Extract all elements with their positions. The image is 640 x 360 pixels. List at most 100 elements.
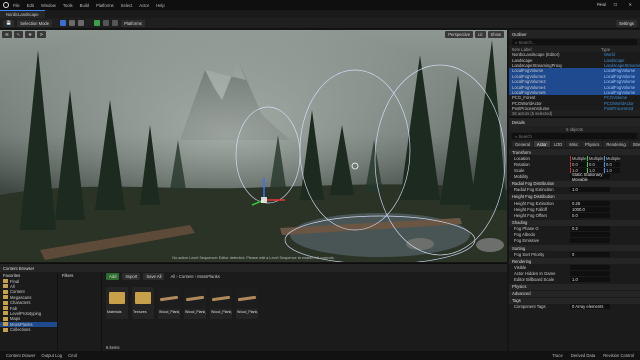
- details-search-input[interactable]: ⌕ Search: [512, 133, 637, 139]
- add-button[interactable]: Add: [106, 273, 120, 280]
- outliner-row[interactable]: Landscape Landscape: [509, 57, 640, 63]
- vector-component-input[interactable]: 0.0: [587, 161, 603, 167]
- details-section-header[interactable]: Physics: [509, 283, 640, 290]
- settings-button[interactable]: Settings: [615, 19, 637, 27]
- menu-file[interactable]: File: [13, 3, 20, 8]
- details-tab[interactable]: General: [512, 141, 533, 147]
- revision-control-button[interactable]: Revision Control: [603, 353, 634, 358]
- asset-tile[interactable]: Wood_Plank_3: [210, 287, 232, 319]
- property-value[interactable]: [570, 271, 610, 277]
- vector-component-input[interactable]: Multiple: [587, 155, 603, 161]
- asset-label: Materials: [107, 310, 122, 314]
- platforms-label: Platforms: [124, 20, 142, 26]
- cinematics-icon[interactable]: [78, 20, 85, 26]
- rotate-tool-button[interactable]: ⟳: [36, 31, 47, 38]
- menu-tools[interactable]: Tools: [63, 3, 73, 8]
- details-tab[interactable]: Streaming: [629, 141, 640, 147]
- level-tab[interactable]: NordicLandscape: [0, 10, 45, 18]
- save-button[interactable]: 💾: [3, 19, 15, 27]
- outliner-row[interactable]: LocalFogVolume2 LocalFogVolume: [509, 73, 640, 79]
- output-log-button[interactable]: Output Log: [41, 353, 62, 358]
- unreal-logo-icon[interactable]: [3, 2, 9, 8]
- property-value[interactable]: [570, 238, 610, 244]
- outliner-row[interactable]: LandscapeStreamingProxy LandscapeStreamin…: [509, 63, 640, 68]
- import-button[interactable]: Import: [122, 273, 141, 280]
- play-icon[interactable]: [94, 20, 101, 26]
- property-value[interactable]: 0.25: [570, 200, 610, 206]
- breadcrumb-mossplanks[interactable]: MossPlanks: [197, 274, 220, 279]
- property-value[interactable]: 1000.0: [570, 206, 610, 212]
- col-type[interactable]: Type: [601, 47, 637, 52]
- outliner-search-placeholder: Search...: [518, 39, 536, 45]
- asset-tile[interactable]: Wood_Plank_2: [184, 287, 206, 319]
- outliner-row[interactable]: PCG_Forest PCGVolume: [509, 95, 640, 100]
- property-value[interactable]: 1.0: [570, 277, 610, 283]
- breadcrumb-content[interactable]: Content: [179, 274, 194, 279]
- viewport-menu-button[interactable]: ☰: [2, 31, 12, 38]
- property-value[interactable]: 1.0: [570, 187, 610, 193]
- content-drawer-button[interactable]: Content Drawer: [6, 353, 35, 358]
- quick-add-icon[interactable]: [60, 20, 67, 26]
- outliner-row[interactable]: LocalFogVolume4 LocalFogVolume: [509, 84, 640, 90]
- col-item-label[interactable]: Item Label: [512, 47, 601, 52]
- show-button[interactable]: Show: [487, 31, 504, 38]
- property-value[interactable]: Static Stationary Movable: [570, 172, 610, 182]
- property-value[interactable]: 0.2: [570, 226, 610, 232]
- move-tool-button[interactable]: ✥: [25, 31, 35, 38]
- derived-data-button[interactable]: Derived Data: [571, 353, 595, 358]
- details-tab[interactable]: Rendering: [603, 141, 629, 147]
- breadcrumb-all[interactable]: All: [170, 274, 175, 279]
- tree-item[interactable]: Collections: [0, 327, 57, 332]
- asset-tile[interactable]: Wood_Plank_4: [236, 287, 258, 319]
- filters-header[interactable]: Filters: [59, 273, 101, 278]
- perspective-button[interactable]: Perspective: [445, 31, 474, 38]
- asset-tile[interactable]: Wood_Plank_1: [158, 287, 180, 319]
- asset-tile[interactable]: Materials: [106, 287, 128, 319]
- property-value[interactable]: 0: [570, 251, 610, 257]
- menu-select[interactable]: Select: [121, 3, 133, 8]
- vector-component-input[interactable]: 0.0: [604, 161, 620, 167]
- outliner-row[interactable]: PCGWorldActor PCGWorldActor: [509, 101, 640, 106]
- property-value[interactable]: 0 Array elements: [570, 304, 610, 310]
- outliner-row[interactable]: LocalFogVolume5 LocalFogVolume: [509, 89, 640, 96]
- mode-dropdown[interactable]: Selection Mode: [17, 19, 53, 27]
- vector-component-input[interactable]: 0.0: [570, 161, 586, 167]
- details-tab[interactable]: Actor: [533, 141, 550, 147]
- level-viewport[interactable]: ☰ ↖ ✥ ⟳ Perspective Lit Show No active L…: [0, 30, 507, 262]
- blueprint-icon[interactable]: [69, 20, 76, 26]
- menu-window[interactable]: Window: [41, 3, 56, 8]
- property-label: Radial Fog Extinction: [514, 187, 554, 193]
- menu-actor[interactable]: Actor: [139, 3, 149, 8]
- play-options-icon[interactable]: [103, 20, 110, 26]
- outliner-row[interactable]: LocalFogVolume3 LocalFogVolume: [509, 78, 640, 85]
- vector-component-input[interactable]: Multiple: [604, 155, 620, 161]
- trace-button[interactable]: Trace: [552, 353, 563, 358]
- outliner-row[interactable]: LocalFogVolume LocalFogVolume: [509, 68, 640, 74]
- scene-render[interactable]: [0, 30, 507, 262]
- menu-edit[interactable]: Edit: [27, 3, 34, 8]
- menu-help[interactable]: Help: [156, 3, 165, 8]
- favorites-label: Favorites: [3, 273, 21, 279]
- outliner-row[interactable]: NordicLandscape (Editor) World: [509, 52, 640, 57]
- details-panel: Details 5 objects ⌕ Search General Actor L…: [509, 117, 640, 354]
- details-tab[interactable]: Physics: [581, 141, 603, 147]
- vector-component-input[interactable]: Multiple: [570, 155, 586, 161]
- select-tool-button[interactable]: ↖: [13, 31, 24, 38]
- property-value[interactable]: [570, 264, 610, 270]
- launch-icon[interactable]: [112, 20, 119, 26]
- property-value[interactable]: [570, 232, 610, 238]
- cmd-button[interactable]: Cmd: [68, 353, 77, 358]
- save-all-button[interactable]: Save All: [143, 273, 165, 280]
- platforms-button[interactable]: Platforms: [121, 19, 145, 27]
- lit-button[interactable]: Lit: [475, 31, 486, 38]
- asset-tile[interactable]: Textures: [132, 287, 154, 319]
- details-section-header[interactable]: Advanced: [509, 290, 640, 297]
- details-tab[interactable]: Misc: [566, 141, 581, 147]
- window-controls[interactable]: — ☐ ✕: [598, 2, 637, 7]
- property-value[interactable]: 0.0: [570, 212, 610, 218]
- outliner-search-input[interactable]: ⌕ Search...: [512, 39, 637, 45]
- menu-build[interactable]: Build: [80, 3, 89, 8]
- menu-platforms[interactable]: Platforms: [96, 3, 114, 8]
- property-row: Radial Fog Extinction 1.0: [509, 187, 640, 193]
- details-tab[interactable]: LOD: [550, 141, 566, 147]
